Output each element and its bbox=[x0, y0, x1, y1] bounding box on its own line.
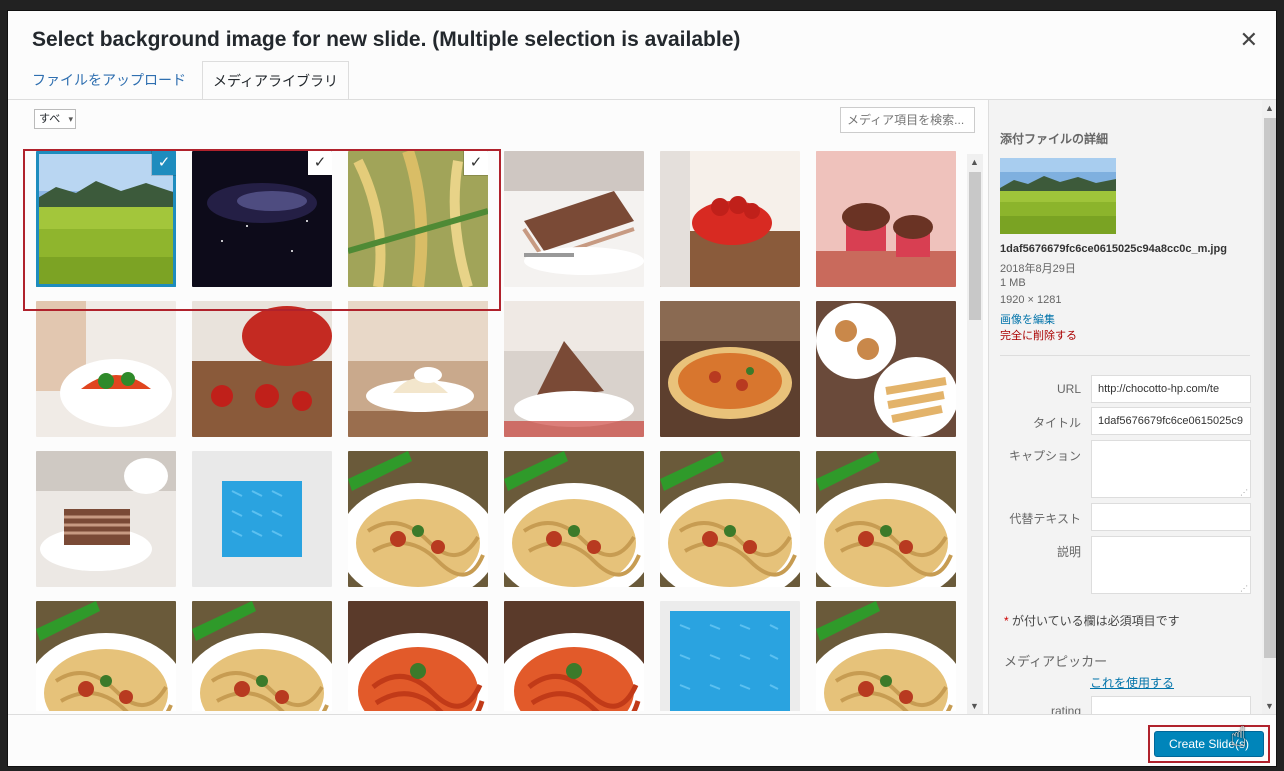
alt-text-label: 代替テキスト bbox=[1009, 512, 1081, 526]
details-date: 2018年8月29日 bbox=[1000, 263, 1076, 275]
attachment-thumbnail[interactable] bbox=[504, 301, 644, 437]
scroll-up-icon[interactable]: ▲ bbox=[970, 157, 979, 167]
media-type-filter[interactable]: すべ ▾ bbox=[34, 109, 76, 129]
attachment-thumbnail[interactable] bbox=[816, 601, 956, 711]
attachment-thumbnail[interactable] bbox=[192, 301, 332, 437]
grid-scrollbar-thumb[interactable] bbox=[969, 172, 981, 320]
attachment-thumbnail[interactable] bbox=[36, 601, 176, 711]
attachment-thumbnail[interactable] bbox=[348, 601, 488, 711]
delete-permanently-link[interactable]: 完全に削除する bbox=[1000, 327, 1077, 343]
attachment-thumbnail[interactable] bbox=[192, 601, 332, 711]
create-button-highlight: Create Slide(s) bbox=[1148, 725, 1270, 763]
attachment-thumbnail[interactable] bbox=[504, 601, 644, 711]
attachment-details-sidebar: 添付ファイルの詳細 1daf5676679fc6ce0615025c94a8cc… bbox=[988, 100, 1276, 714]
attachment-thumbnail[interactable] bbox=[348, 451, 488, 587]
modal-title: Select background image for new slide. (… bbox=[32, 28, 741, 51]
attachment-thumbnail[interactable] bbox=[348, 301, 488, 437]
required-note-text: が付いている欄は必須項目です bbox=[1008, 614, 1180, 628]
attachment-thumbnail[interactable] bbox=[36, 301, 176, 437]
details-filename: 1daf5676679fc6ce0615025c94a8cc0c_m.jpg bbox=[1000, 243, 1227, 255]
attachment-thumbnail[interactable] bbox=[660, 151, 800, 287]
create-slides-button[interactable]: Create Slide(s) bbox=[1154, 731, 1264, 757]
media-toolbar: すべ ▾ bbox=[17, 101, 975, 145]
title-label: タイトル bbox=[1032, 416, 1081, 430]
caption-label: キャプション bbox=[1008, 449, 1081, 463]
attachment-thumbnail[interactable] bbox=[816, 151, 956, 287]
search-input[interactable] bbox=[840, 107, 975, 133]
attachment-thumbnail[interactable] bbox=[816, 451, 956, 587]
details-filesize: 1 MB bbox=[1000, 277, 1026, 289]
scroll-down-icon[interactable]: ▼ bbox=[970, 701, 979, 711]
attachment-thumbnail[interactable] bbox=[504, 451, 644, 587]
scroll-down-icon[interactable]: ▼ bbox=[1265, 701, 1274, 711]
attachment-thumbnail[interactable] bbox=[816, 301, 956, 437]
modal-footer: Create Slide(s) bbox=[8, 714, 1276, 766]
attachment-thumbnail[interactable] bbox=[660, 301, 800, 437]
rating-label: rating bbox=[1050, 704, 1081, 714]
attachment-thumbnail[interactable] bbox=[660, 601, 800, 711]
media-picker-label: メディアピッカー bbox=[1004, 654, 1108, 669]
sidebar-scrollbar[interactable]: ▲ ▼ bbox=[1262, 100, 1276, 714]
description-label: 説明 bbox=[1056, 545, 1081, 559]
attachment-thumbnail[interactable] bbox=[660, 451, 800, 587]
grid-scrollbar[interactable]: ▲ ▼ bbox=[967, 154, 983, 714]
hand-cursor-icon: ☝ bbox=[1230, 721, 1248, 752]
details-separator bbox=[1000, 355, 1250, 356]
use-this-link[interactable]: これを使用する bbox=[1090, 674, 1174, 691]
edit-image-link[interactable]: 画像を編集 bbox=[1000, 311, 1055, 327]
chevron-down-icon: ▾ bbox=[68, 114, 73, 124]
scroll-up-icon[interactable]: ▲ bbox=[1265, 103, 1274, 113]
tab-upload-files[interactable]: ファイルをアップロード bbox=[32, 61, 186, 99]
description-field[interactable]: ⋰ bbox=[1091, 536, 1251, 594]
media-modal: Select background image for new slide. (… bbox=[7, 10, 1277, 767]
tab-media-library[interactable]: メディアライブラリ bbox=[202, 61, 349, 100]
caption-field[interactable]: ⋰ bbox=[1091, 440, 1251, 498]
filter-value: すべ bbox=[39, 113, 61, 125]
sidebar-scrollbar-thumb[interactable] bbox=[1264, 118, 1276, 658]
title-field[interactable]: 1daf5676679fc6ce0615025c9 bbox=[1091, 407, 1251, 435]
resize-grip-icon[interactable]: ⋰ bbox=[1240, 488, 1248, 497]
details-heading: 添付ファイルの詳細 bbox=[1000, 132, 1109, 146]
attachment-thumbnail[interactable] bbox=[36, 451, 176, 587]
resize-grip-icon[interactable]: ⋰ bbox=[1240, 584, 1248, 593]
alt-text-field[interactable] bbox=[1091, 503, 1251, 531]
url-label: URL bbox=[1056, 382, 1081, 396]
selection-highlight-box bbox=[23, 149, 501, 311]
details-preview-image bbox=[1000, 158, 1116, 234]
rating-field[interactable] bbox=[1091, 696, 1251, 714]
required-note: * が付いている欄は必須項目です bbox=[1004, 612, 1180, 629]
attachment-thumbnail[interactable] bbox=[192, 451, 332, 587]
details-dimensions: 1920 × 1281 bbox=[1000, 294, 1062, 306]
close-icon[interactable]: ✕ bbox=[1240, 27, 1258, 53]
attachment-thumbnail[interactable] bbox=[504, 151, 644, 287]
url-field[interactable]: http://chocotto-hp.com/te bbox=[1091, 375, 1251, 403]
